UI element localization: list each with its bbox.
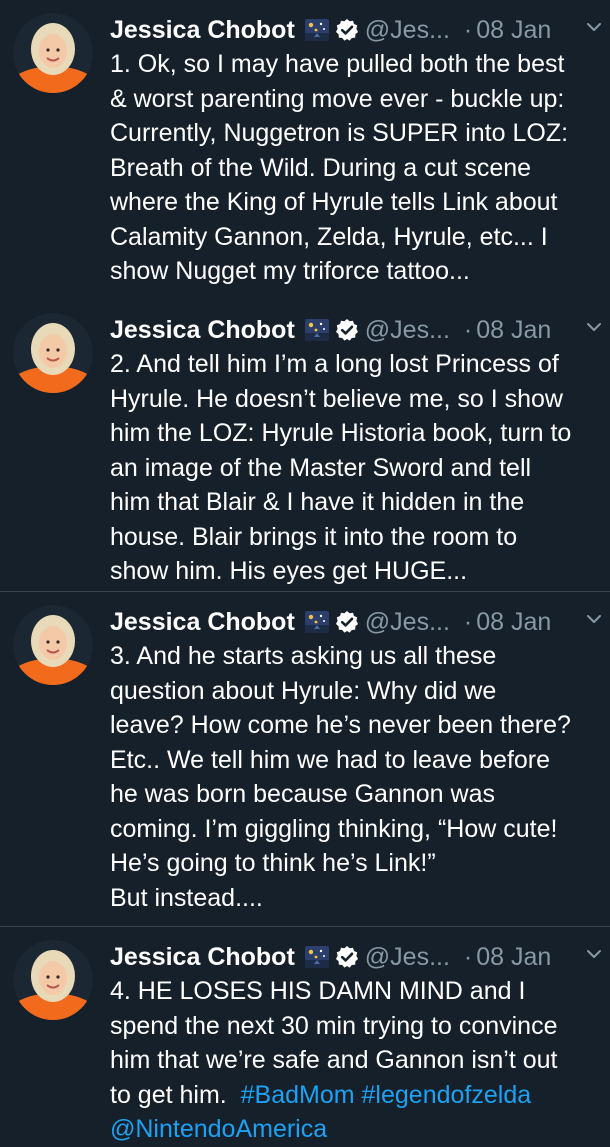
tweet-text: 3. And he starts asking us all these que… xyxy=(110,642,571,912)
tweet-text: 4. HE LOSES HIS DAMN MIND and I spend th… xyxy=(110,974,598,1147)
tweet-header: Jessica Chobot @Jes... · 08 Jan xyxy=(110,313,598,347)
tweet-content: Jessica Chobot @Jes... · 08 Jan 1. Ok, s… xyxy=(110,13,598,289)
tweet[interactable]: Jessica Chobot @Jes... · 08 Jan 4. HE LO… xyxy=(0,926,610,1145)
tweet-text: 2. And tell him I’m a long lost Princess… xyxy=(110,350,572,585)
night-sky-emoji-icon xyxy=(305,19,329,41)
night-sky-emoji-icon xyxy=(305,946,329,968)
tweet-content: Jessica Chobot @Jes... · 08 Jan 4. HE LO… xyxy=(110,940,598,1147)
night-sky-emoji-icon xyxy=(305,319,329,341)
tweet-date[interactable]: 08 Jan xyxy=(476,13,551,47)
tweet-date[interactable]: 08 Jan xyxy=(476,940,551,974)
mention-link[interactable]: @NintendoAmerica xyxy=(110,1115,327,1143)
avatar[interactable] xyxy=(13,605,93,685)
tweet-text: 1. Ok, so I may have pulled both the bes… xyxy=(110,50,569,285)
chevron-down-icon[interactable] xyxy=(584,944,604,964)
hashtag-link[interactable]: #legendofzelda xyxy=(362,1081,532,1109)
separator-dot: · xyxy=(463,608,473,636)
verified-badge-icon xyxy=(335,318,359,342)
tweet-header: Jessica Chobot @Jes... · 08 Jan xyxy=(110,605,598,639)
tweet[interactable]: Jessica Chobot @Jes... · 08 Jan 3. And h… xyxy=(0,591,610,926)
author-name[interactable]: Jessica Chobot xyxy=(110,940,295,974)
separator-dot: · xyxy=(463,316,473,344)
chevron-down-icon[interactable] xyxy=(584,17,604,37)
tweet-date[interactable]: 08 Jan xyxy=(476,313,551,347)
tweet-content: Jessica Chobot @Jes... · 08 Jan 3. And h… xyxy=(110,605,598,915)
timeline: Jessica Chobot @Jes... · 08 Jan 1. Ok, s… xyxy=(0,0,610,1145)
verified-badge-icon xyxy=(335,945,359,969)
tweet-content: Jessica Chobot @Jes... · 08 Jan 2. And t… xyxy=(110,313,598,589)
tweet[interactable]: Jessica Chobot @Jes... · 08 Jan 1. Ok, s… xyxy=(0,0,610,300)
night-sky-emoji-icon xyxy=(305,611,329,633)
verified-badge-icon xyxy=(335,18,359,42)
tweet-header: Jessica Chobot @Jes... · 08 Jan xyxy=(110,940,598,974)
author-handle[interactable]: @Jes... xyxy=(365,13,450,47)
avatar[interactable] xyxy=(13,313,93,393)
hashtag-link[interactable]: #BadMom xyxy=(241,1081,355,1109)
avatar[interactable] xyxy=(13,13,93,93)
separator-dot: · xyxy=(463,16,473,44)
author-name[interactable]: Jessica Chobot xyxy=(110,13,295,47)
separator-dot: · xyxy=(463,943,473,971)
avatar[interactable] xyxy=(13,940,93,1020)
author-handle[interactable]: @Jes... xyxy=(365,605,450,639)
author-handle[interactable]: @Jes... xyxy=(365,940,450,974)
text-space xyxy=(355,1081,362,1109)
tweet[interactable]: Jessica Chobot @Jes... · 08 Jan 2. And t… xyxy=(0,300,610,591)
tweet-date[interactable]: 08 Jan xyxy=(476,605,551,639)
chevron-down-icon[interactable] xyxy=(584,609,604,629)
author-name[interactable]: Jessica Chobot xyxy=(110,313,295,347)
tweet-header: Jessica Chobot @Jes... · 08 Jan xyxy=(110,13,598,47)
verified-badge-icon xyxy=(335,610,359,634)
chevron-down-icon[interactable] xyxy=(584,317,604,337)
author-handle[interactable]: @Jes... xyxy=(365,313,450,347)
author-name[interactable]: Jessica Chobot xyxy=(110,605,295,639)
